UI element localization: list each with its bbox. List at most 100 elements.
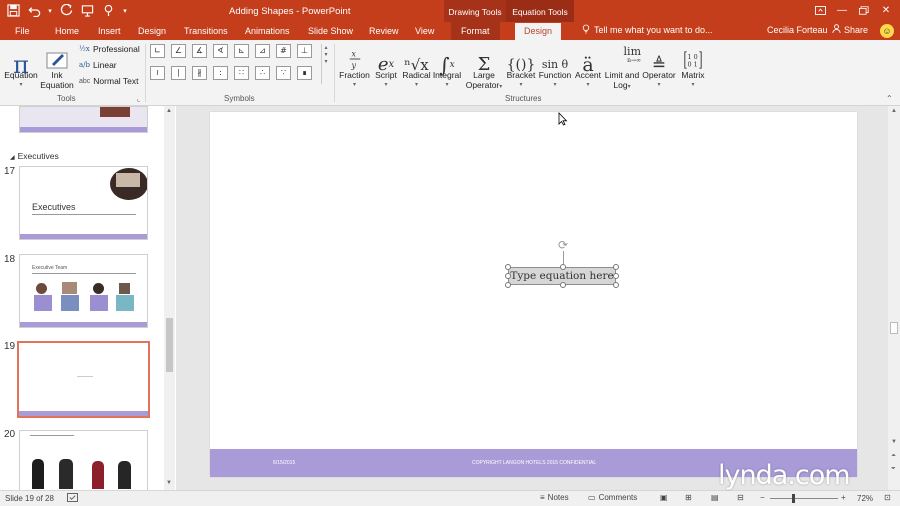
- scrollbar-thumb[interactable]: [890, 322, 898, 334]
- resize-handle[interactable]: [613, 273, 619, 279]
- reading-view-icon[interactable]: ▤: [711, 493, 719, 502]
- linear-button[interactable]: a/b Linear: [79, 60, 117, 70]
- resize-handle[interactable]: [505, 282, 511, 288]
- symbol-because[interactable]: ∵: [276, 66, 291, 80]
- tab-format[interactable]: Format: [451, 22, 500, 40]
- accent-button[interactable]: ä Accent ▾: [573, 42, 603, 90]
- symbol-not-parallel[interactable]: ∦: [192, 66, 207, 80]
- scrollbar-thumb[interactable]: [166, 318, 173, 372]
- tab-view[interactable]: View: [413, 24, 436, 39]
- zoom-in-icon[interactable]: +: [841, 493, 846, 502]
- zoom-out-icon[interactable]: −: [760, 493, 765, 502]
- current-slide[interactable]: ⟳ Type equation here 6/15/2015 COPYRIGHT…: [210, 112, 857, 477]
- radical-button[interactable]: ⁿ√x Radical ▾: [401, 42, 432, 90]
- symbol-ratio[interactable]: :: [213, 66, 228, 80]
- comments-button[interactable]: ▭ Comments: [588, 493, 637, 502]
- zoom-slider-track[interactable]: [770, 498, 838, 499]
- next-slide-icon[interactable]: ⏷: [891, 466, 896, 473]
- slide-thumbnail-selected[interactable]: [17, 341, 150, 418]
- symbol-proportion[interactable]: ∷: [234, 66, 249, 80]
- tab-equation-design[interactable]: Design: [515, 23, 562, 40]
- symbol-perpendicular[interactable]: ⊥: [297, 44, 312, 58]
- collapse-ribbon-icon[interactable]: ⌃: [886, 94, 893, 103]
- resize-handle[interactable]: [613, 264, 619, 270]
- scroll-up-icon[interactable]: ▲: [166, 108, 172, 114]
- scroll-down-icon[interactable]: ▼: [891, 439, 897, 445]
- matrix-button[interactable]: 1 00 1 Matrix ▾: [677, 42, 709, 90]
- symbol-therefore[interactable]: ∴: [255, 66, 270, 80]
- equation-button[interactable]: π Equation ▾: [4, 42, 38, 90]
- tab-design[interactable]: Design: [136, 24, 168, 39]
- scroll-up-icon[interactable]: ▲: [891, 108, 897, 114]
- close-icon[interactable]: ✕: [876, 2, 896, 18]
- symbol-wreath[interactable]: ≀: [150, 66, 165, 80]
- function-button[interactable]: sin θ Function ▾: [537, 42, 573, 90]
- zoom-level[interactable]: 72%: [857, 494, 873, 503]
- dialog-launcher-icon[interactable]: ⌞: [137, 95, 140, 103]
- symbol-right-angle-arc[interactable]: ⊾: [234, 44, 249, 58]
- section-header-executives[interactable]: ◢ Executives: [10, 151, 59, 161]
- slide-thumbnail[interactable]: Executive Team: [19, 254, 148, 328]
- save-icon[interactable]: [4, 2, 22, 19]
- customize-qat-icon[interactable]: ▾: [120, 2, 130, 19]
- tab-file[interactable]: File: [13, 24, 32, 39]
- symbol-end-of-proof[interactable]: ∎: [297, 66, 312, 80]
- notes-button[interactable]: ≡ Notes: [540, 493, 569, 502]
- limit-and-log-button[interactable]: lim n→∞ Limit and Log▾: [603, 42, 641, 92]
- tab-transitions[interactable]: Transitions: [182, 24, 230, 39]
- ink-equation-button[interactable]: Ink Equation: [40, 42, 74, 90]
- integral-button[interactable]: ∫ x Integral ▾: [432, 42, 462, 90]
- symbol-spherical-angle[interactable]: ∢: [213, 44, 228, 58]
- slide-thumbnail[interactable]: [19, 106, 148, 133]
- touch-mode-icon[interactable]: [99, 2, 117, 19]
- previous-slide-icon[interactable]: ⏶: [891, 453, 896, 460]
- symbol-right-angle[interactable]: ∟: [150, 44, 165, 58]
- tab-review[interactable]: Review: [367, 24, 401, 39]
- slide-sorter-icon[interactable]: ⊞: [685, 493, 692, 502]
- operator-button[interactable]: ≜ Operator ▾: [641, 42, 677, 90]
- tab-animations[interactable]: Animations: [243, 24, 292, 39]
- ribbon-display-options-icon[interactable]: [810, 2, 830, 18]
- resize-handle[interactable]: [613, 282, 619, 288]
- tab-insert[interactable]: Insert: [96, 24, 123, 39]
- tab-home[interactable]: Home: [53, 24, 81, 39]
- spelling-check-icon[interactable]: [67, 493, 78, 504]
- undo-icon[interactable]: [25, 2, 43, 19]
- normal-view-icon[interactable]: ▣: [660, 493, 668, 502]
- rotate-handle-icon[interactable]: ⟳: [558, 239, 570, 251]
- presentation-icon[interactable]: [78, 2, 96, 19]
- share-button[interactable]: Share: [832, 24, 868, 35]
- slide-thumbnail[interactable]: Executives: [19, 166, 148, 240]
- professional-button[interactable]: ½x Professional: [79, 44, 140, 54]
- symbol-divides[interactable]: ∣: [171, 66, 186, 80]
- undo-dropdown-icon[interactable]: ▾: [46, 2, 54, 19]
- gallery-scroll[interactable]: ▴ ▾ ▾: [321, 44, 330, 84]
- redo-icon[interactable]: [57, 2, 75, 19]
- scroll-down-icon[interactable]: ▼: [166, 480, 172, 486]
- slide-vertical-scrollbar[interactable]: ▲ ▼ ⏶ ⏷: [888, 106, 900, 490]
- normal-text-button[interactable]: abc Normal Text: [79, 76, 139, 86]
- slide-thumbnail[interactable]: [19, 430, 148, 490]
- fit-to-window-icon[interactable]: ⊡: [884, 493, 891, 502]
- symbol-angle[interactable]: ∠: [171, 44, 186, 58]
- symbol-hash[interactable]: #: [276, 44, 291, 58]
- user-name[interactable]: Cecilia Forteau: [767, 25, 828, 35]
- thumbnail-scrollbar[interactable]: ▲ ▼: [164, 106, 175, 490]
- resize-handle[interactable]: [560, 282, 566, 288]
- zoom-slider-thumb[interactable]: [792, 494, 795, 503]
- script-button[interactable]: ex Script ▾: [371, 42, 401, 90]
- tab-slide-show[interactable]: Slide Show: [306, 24, 355, 39]
- symbol-right-triangle[interactable]: ⊿: [255, 44, 270, 58]
- resize-handle[interactable]: [505, 264, 511, 270]
- minimize-icon[interactable]: —: [832, 2, 852, 18]
- fraction-button[interactable]: xy Fraction ▾: [338, 42, 371, 90]
- resize-handle[interactable]: [560, 264, 566, 270]
- slide-show-icon[interactable]: ⊟: [737, 493, 744, 502]
- symbol-measured-angle[interactable]: ∡: [192, 44, 207, 58]
- resize-handle[interactable]: [505, 273, 511, 279]
- restore-icon[interactable]: [854, 2, 874, 18]
- feedback-smiley-icon[interactable]: ☺: [880, 24, 894, 38]
- tell-me-box[interactable]: Tell me what you want to do...: [582, 24, 713, 36]
- large-operator-button[interactable]: Σ Large Operator▾: [463, 42, 505, 92]
- bracket-button[interactable]: {()} Bracket ▾: [505, 42, 537, 90]
